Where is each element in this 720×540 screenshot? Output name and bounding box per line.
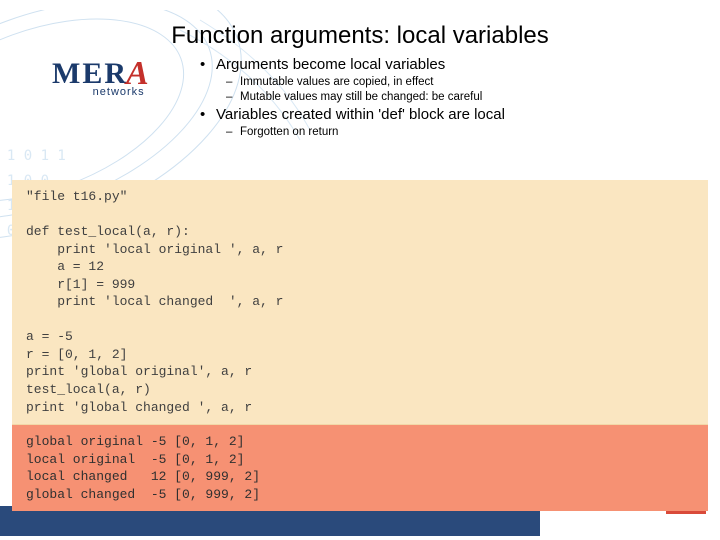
bullet-content: Arguments become local variables Immutab… bbox=[200, 56, 680, 141]
bullet-level-1: Arguments become local variables bbox=[200, 56, 680, 73]
code-source-block: "file t16.py" def test_local(a, r): prin… bbox=[12, 180, 708, 425]
bullet-level-2: Immutable values are copied, in effect bbox=[200, 76, 680, 88]
bullet-level-1: Variables created within 'def' block are… bbox=[200, 106, 680, 123]
code-area: "file t16.py" def test_local(a, r): prin… bbox=[12, 180, 708, 511]
bullet-level-2: Mutable values may still be changed: be … bbox=[200, 91, 680, 103]
mera-logo: MERA networks bbox=[52, 54, 149, 98]
code-output-block: global original -5 [0, 1, 2] local origi… bbox=[12, 425, 708, 511]
svg-text:0 1 0 1 1: 0 1 0 1 1 bbox=[0, 148, 66, 164]
slide-title: Function arguments: local variables bbox=[0, 0, 720, 50]
bullet-level-2: Forgotten on return bbox=[200, 126, 680, 138]
